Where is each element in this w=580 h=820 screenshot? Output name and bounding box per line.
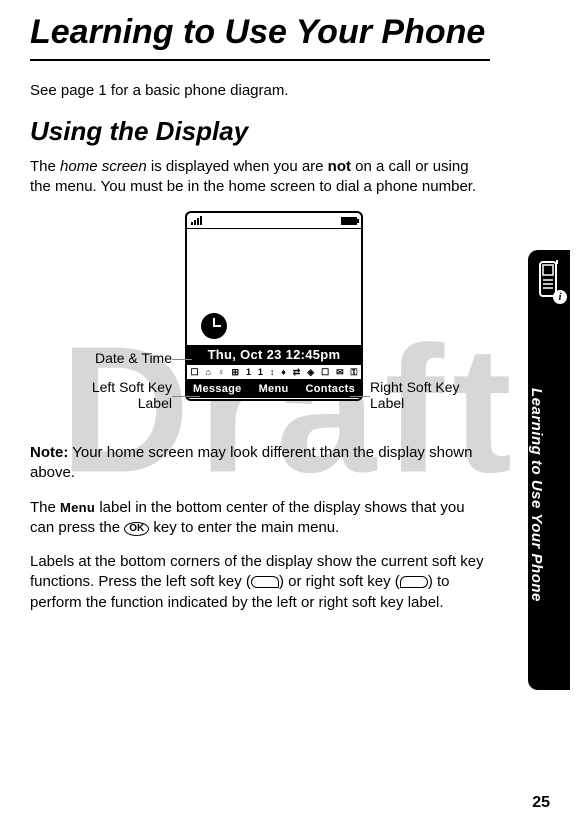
note-paragraph: Note: Your home screen may look differen… [30,443,490,484]
status-bar [187,213,361,229]
home-screen-term: home screen [60,158,147,175]
intro-paragraph: See page 1 for a basic phone diagram. [30,81,490,101]
status-icon: ⚿ [351,367,358,378]
status-icon: ♦ [281,367,286,377]
callout-right-softkey: Right Soft Key Label [370,379,480,411]
page-number: 25 [532,794,550,812]
callout-text: Left Soft Key [92,379,172,395]
phone-screen-diagram: Thu, Oct 23 12:45pm ☐ ⌂ ♀ ⊞ 1 1 ↕ ♦ ⇄ ◈ … [50,211,470,431]
callout-text: Right Soft Key [370,379,460,395]
left-softkey-icon [251,576,279,588]
note-text: Your home screen may look different than… [30,444,472,481]
section-heading-using-display: Using the Display [30,116,490,147]
clock-icon [201,313,227,339]
status-icon: ↕ [270,367,275,377]
text-fragment: The [30,158,60,175]
page-title: Learning to Use Your Phone [30,14,490,51]
phone-screen-frame: Thu, Oct 23 12:45pm ☐ ⌂ ♀ ⊞ 1 1 ↕ ♦ ⇄ ◈ … [185,211,363,401]
side-tab: i Learning to Use Your Phone [528,250,570,690]
menu-keyword: Menu [60,500,95,515]
side-tab-label: Learning to Use Your Phone [528,310,545,670]
status-icon: ⊞ [231,367,239,378]
softkey-row: Message Menu Contacts [187,380,361,398]
status-icon: ✉ [336,367,344,378]
callout-text: Label [138,395,172,411]
screen-body [187,229,361,345]
status-icon: 1 [246,367,251,377]
not-emphasis: not [328,158,351,175]
callout-line [350,396,370,397]
page-content: Learning to Use Your Phone See page 1 fo… [0,0,530,637]
status-icon: ⌂ [205,367,210,377]
status-icon: ⇄ [293,367,301,378]
callout-left-softkey: Left Soft Key Label [42,379,172,411]
note-label: Note: [30,444,68,461]
datetime-row: Thu, Oct 23 12:45pm [187,345,361,364]
status-icon-row: ☐ ⌂ ♀ ⊞ 1 1 ↕ ♦ ⇄ ◈ ☐ ✉ ⚿ [187,364,361,380]
softkey-paragraph: Labels at the bottom corners of the disp… [30,552,490,613]
status-icon: ☐ [321,367,329,378]
home-screen-paragraph: The home screen is displayed when you ar… [30,157,490,198]
battery-icon [341,217,357,225]
phone-icon-wrap: i [528,250,570,310]
text-fragment: ) or right soft key ( [279,573,400,590]
center-menu-label: Menu [259,383,289,395]
status-icon: ♀ [218,367,225,377]
text-fragment: The [30,499,60,516]
ok-key-icon: OK [124,522,149,536]
callout-text: Label [370,395,404,411]
menu-label-paragraph: The Menu label in the bottom center of t… [30,498,490,539]
signal-icon [191,216,202,225]
callout-datetime: Date & Time [42,350,172,366]
right-softkey-icon [400,576,428,588]
text-fragment: is displayed when you are [147,158,328,175]
callout-line [172,396,200,397]
callout-line [172,359,192,360]
status-icon: 1 [258,367,263,377]
title-rule [30,59,490,61]
status-icon: ☐ [190,367,198,378]
info-badge-icon: i [553,290,567,304]
text-fragment: key to enter the main menu. [149,519,339,536]
left-softkey-label: Message [193,383,242,395]
status-icon: ◈ [307,367,314,378]
right-softkey-label: Contacts [306,383,355,395]
